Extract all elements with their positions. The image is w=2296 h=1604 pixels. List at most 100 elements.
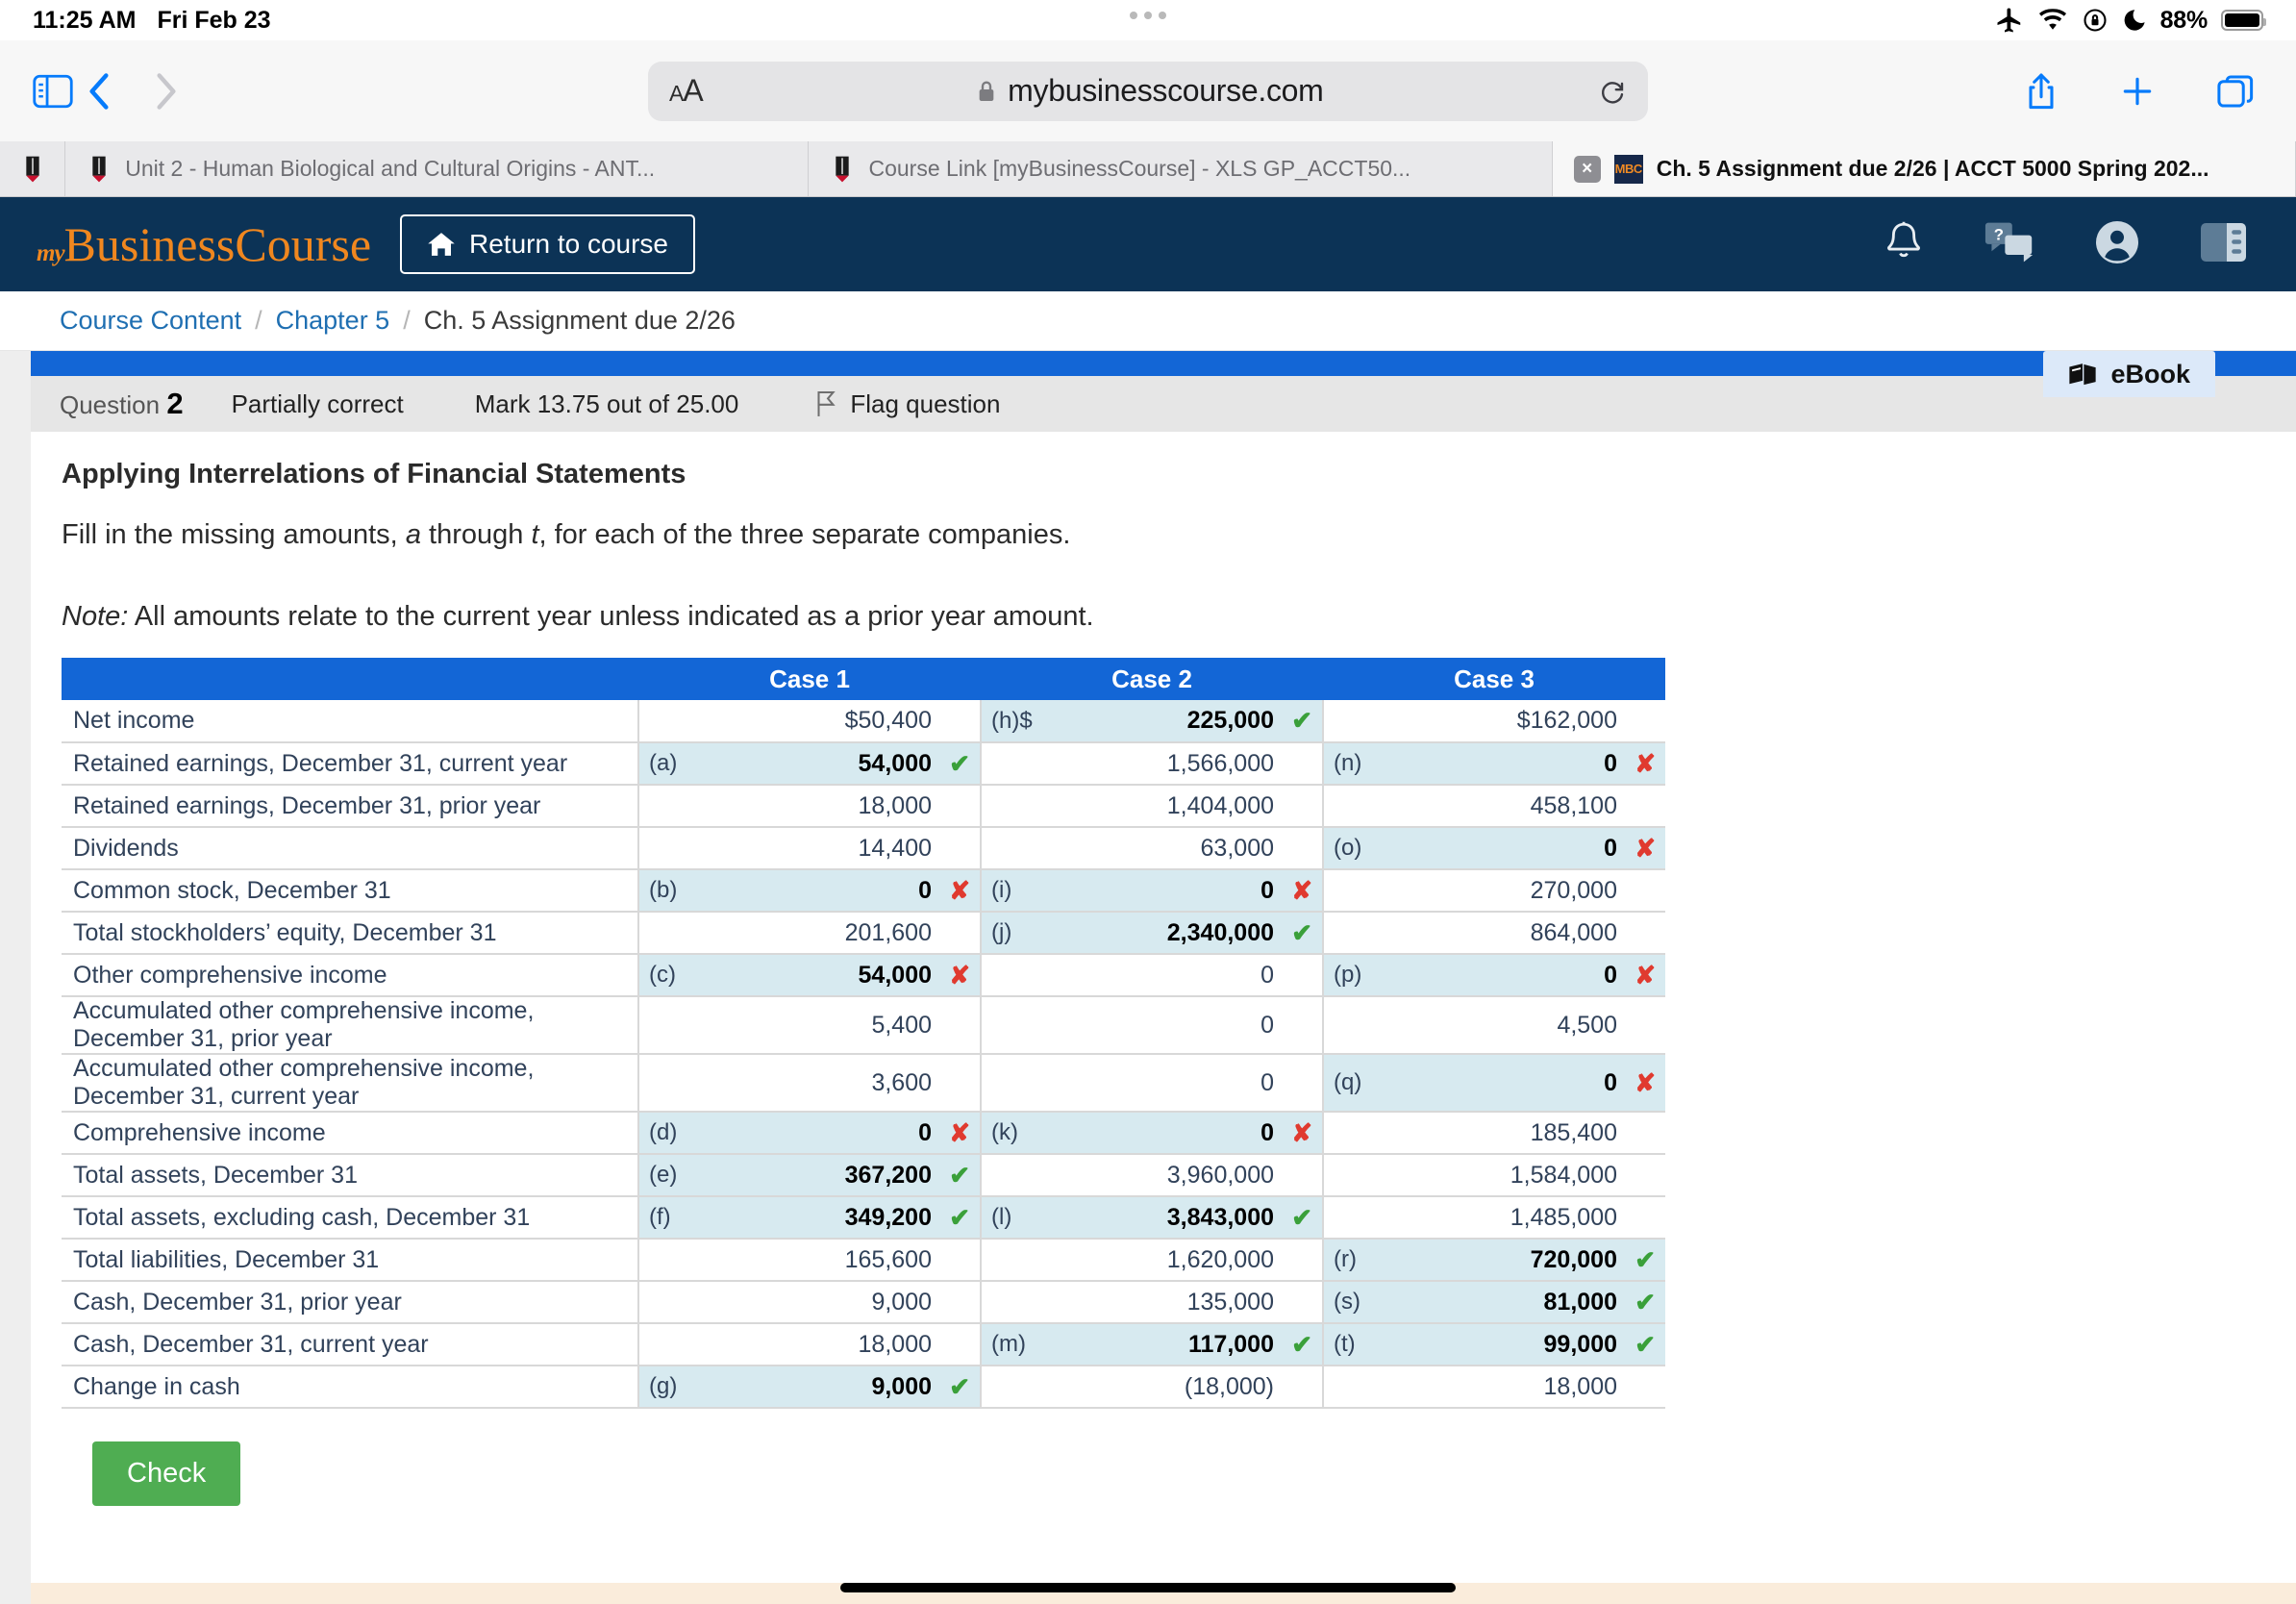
cell-value: 225,000 <box>1186 707 1274 734</box>
cell-value: 0 <box>1260 961 1274 989</box>
cell-tag: (n) <box>1334 750 1362 776</box>
mbc-favicon: MBC <box>1613 154 1643 184</box>
help-chat-icon[interactable]: ? <box>1984 220 2034 269</box>
row-label: Net income <box>62 700 639 743</box>
cell-value: 117,000 <box>1188 1330 1274 1358</box>
cell-case2: 135,000 <box>981 1281 1324 1324</box>
rotation-lock-icon <box>2084 9 2107 32</box>
table-row: Retained earnings, December 31, prior ye… <box>62 785 1665 828</box>
row-label: Retained earnings, December 31, prior ye… <box>62 785 639 828</box>
breadcrumb-item-course-content[interactable]: Course Content <box>60 306 241 336</box>
cell-tag: (j) <box>991 919 1012 945</box>
cell-case3: 1,485,000 <box>1323 1196 1665 1240</box>
drawer-panel-icon[interactable] <box>2200 221 2246 268</box>
cell-case1[interactable]: (a) 54,000 ✔ <box>638 742 982 786</box>
address-bar[interactable]: AA mybusinesscourse.com <box>648 61 1648 121</box>
row-label: Comprehensive income <box>62 1112 639 1155</box>
question-title: Applying Interrelations of Financial Sta… <box>62 459 686 489</box>
cell-case2: 0 <box>981 996 1324 1055</box>
browser-tab-pinned[interactable] <box>0 141 66 196</box>
cell-case1[interactable]: (d) 0 ✘ <box>638 1112 982 1155</box>
cell-value: 1,620,000 <box>1166 1245 1274 1273</box>
cell-value: $162,000 <box>1516 707 1617 734</box>
cell-case1[interactable]: (b) 0 ✘ <box>638 869 982 913</box>
cell-case2[interactable]: (h)$ 225,000 ✔ <box>981 700 1324 743</box>
tabs-icon[interactable] <box>2217 74 2254 109</box>
reload-icon[interactable] <box>1598 77 1627 106</box>
cell-case3[interactable]: (r) 720,000 ✔ <box>1323 1239 1665 1282</box>
cell-case2[interactable]: (l) 3,843,000 ✔ <box>981 1196 1324 1240</box>
bell-icon[interactable] <box>1883 220 1925 269</box>
flag-question-button[interactable]: Flag question <box>813 389 1000 419</box>
cell-case1[interactable]: (e) 367,200 ✔ <box>638 1154 982 1197</box>
cell-value: 9,000 <box>871 1288 932 1316</box>
cell-case2[interactable]: (m) 117,000 ✔ <box>981 1323 1324 1366</box>
browser-tab-3-active[interactable]: × MBC Ch. 5 Assignment due 2/26 | ACCT 5… <box>1552 141 2296 196</box>
incorrect-cross-icon: ✘ <box>949 1117 970 1147</box>
cell-value: 0 <box>1604 834 1617 862</box>
table-row: Accumulated other comprehensive income, … <box>62 1054 1665 1113</box>
cell-case2: 0 <box>981 954 1324 997</box>
user-account-icon[interactable] <box>2094 219 2140 270</box>
table-row: Common stock, December 31 (b) 0 ✘ (i) 0 ✘ 270,0… <box>62 869 1665 913</box>
do-not-disturb-icon <box>2124 10 2145 31</box>
incorrect-cross-icon: ✘ <box>1635 1067 1656 1097</box>
cell-case1[interactable]: (f) 349,200 ✔ <box>638 1196 982 1240</box>
cell-case2[interactable]: (i) 0 ✘ <box>981 869 1324 913</box>
battery-percent: 88% <box>2159 6 2209 34</box>
cell-case1[interactable]: (g) 9,000 ✔ <box>638 1366 982 1409</box>
cell-case3[interactable]: (t) 99,000 ✔ <box>1323 1323 1665 1366</box>
cell-case2: 63,000 <box>981 827 1324 870</box>
cell-value: 0 <box>1260 1011 1274 1039</box>
url-display[interactable]: mybusinesscourse.com <box>703 73 1598 109</box>
return-to-course-button[interactable]: Return to course <box>400 214 696 274</box>
cell-value: $50,400 <box>844 707 932 734</box>
window-grabber[interactable] <box>1130 12 1166 19</box>
cell-value: 1,485,000 <box>1510 1203 1617 1231</box>
cell-tag: (a) <box>649 750 678 776</box>
browser-tab-2[interactable]: Course Link [myBusinessCourse] - XLS GP_… <box>809 141 1553 196</box>
cell-case1: 201,600 <box>638 912 982 955</box>
sidebar-icon[interactable] <box>33 74 73 109</box>
cell-case2: 1,566,000 <box>981 742 1324 786</box>
cell-case3[interactable]: (o) 0 ✘ <box>1323 827 1665 870</box>
browser-tab-1[interactable]: Unit 2 - Human Biological and Cultural O… <box>65 141 810 196</box>
note-label: Note: <box>62 601 129 632</box>
browser-tab-title: Unit 2 - Human Biological and Cultural O… <box>125 156 656 181</box>
cell-value: 270,000 <box>1530 876 1617 904</box>
cell-case3[interactable]: (n) 0 ✘ <box>1323 742 1665 786</box>
ebook-label: eBook <box>2110 359 2190 388</box>
table-row: Dividends 14,400 63,000 (o) 0 ✘ <box>62 827 1665 870</box>
cell-case2[interactable]: (k) 0 ✘ <box>981 1112 1324 1155</box>
cell-case1[interactable]: (c) 54,000 ✘ <box>638 954 982 997</box>
breadcrumb-item-chapter-5[interactable]: Chapter 5 <box>276 306 390 336</box>
blue-divider <box>31 351 2296 376</box>
cell-tag: (s) <box>1334 1289 1360 1315</box>
header-icons: ? <box>1883 219 2259 270</box>
cell-case3[interactable]: (p) 0 ✘ <box>1323 954 1665 997</box>
column-header-blank <box>62 658 638 700</box>
check-button[interactable]: Check <box>92 1441 241 1506</box>
cell-tag: (t) <box>1334 1331 1356 1357</box>
cell-case1: 14,400 <box>638 827 982 870</box>
cell-case3[interactable]: (q) 0 ✘ <box>1323 1054 1665 1113</box>
share-icon[interactable] <box>2025 71 2058 112</box>
question-state: Partially correct <box>231 388 404 418</box>
home-indicator[interactable] <box>840 1583 1456 1592</box>
browser-tab-title: Course Link [myBusinessCourse] - XLS GP_… <box>868 156 1411 181</box>
ebook-tab[interactable]: eBook <box>2043 351 2215 397</box>
correct-check-icon: ✔ <box>949 1371 970 1401</box>
row-label: Retained earnings, December 31, current … <box>62 742 639 786</box>
close-icon[interactable]: × <box>1573 155 1601 183</box>
chevron-left-icon[interactable] <box>87 70 112 113</box>
site-logo[interactable]: my BusinessCourse <box>37 216 371 272</box>
cell-case3: 4,500 <box>1323 996 1665 1055</box>
cell-tag: (k) <box>991 1119 1018 1145</box>
plus-icon[interactable] <box>2119 73 2156 110</box>
cell-case2[interactable]: (j) 2,340,000 ✔ <box>981 912 1324 955</box>
cell-value: 18,000 <box>1543 1372 1617 1400</box>
cell-case3[interactable]: (s) 81,000 ✔ <box>1323 1281 1665 1324</box>
toolbar-right <box>2025 71 2263 112</box>
chevron-right-icon <box>154 70 179 113</box>
text-size-button[interactable]: AA <box>669 73 704 109</box>
